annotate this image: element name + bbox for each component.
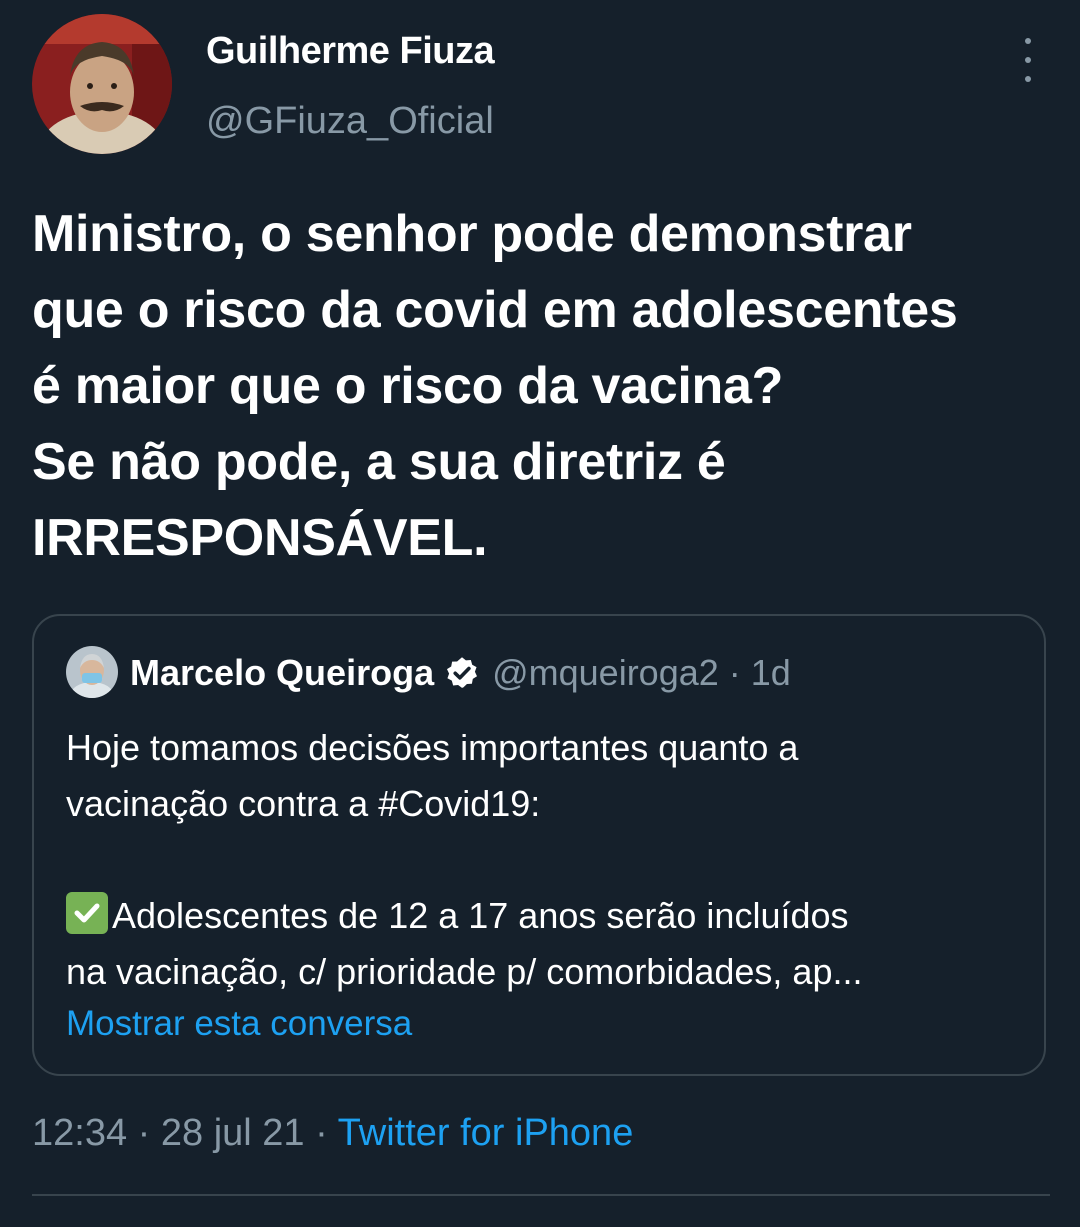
quoted-author-name[interactable]: Marcelo Queiroga (130, 652, 434, 694)
more-vertical-icon-dot (1025, 57, 1031, 63)
tweet-text-line: IRRESPONSÁVEL. (32, 509, 488, 567)
quoted-body-line-with-emoji: Adolescentes de 12 a 17 anos serão inclu… (66, 888, 1026, 944)
tweet-text-line: que o risco da covid em adolescentes (32, 281, 958, 339)
more-vertical-icon-dot (1025, 76, 1031, 82)
divider (32, 1194, 1050, 1196)
more-vertical-icon (1025, 38, 1031, 44)
tweet-time[interactable]: 12:34 (32, 1112, 127, 1154)
author-display-name[interactable]: Guilherme Fiuza (206, 30, 495, 73)
author-handle[interactable]: @GFiuza_Oficial (206, 100, 494, 143)
tweet-detail-page: Guilherme Fiuza @GFiuza_Oficial Ministro… (0, 0, 1080, 1227)
header-separator: · (728, 652, 741, 693)
quoted-author-handle[interactable]: @mqueiroga2 (492, 652, 719, 694)
meta-separator: · (304, 1112, 338, 1154)
tweet-text-line: Se não pode, a sua diretriz é (32, 433, 726, 491)
quoted-body-line: vacinação contra a #Covid19: (66, 783, 541, 824)
quoted-body-line (66, 832, 1026, 888)
quoted-author-avatar[interactable] (66, 646, 118, 698)
quoted-tweet-time[interactable]: 1d (751, 652, 791, 694)
quoted-tweet-body: Hoje tomamos decisões importantes quanto… (66, 720, 1026, 1000)
tweet-text-line: Ministro, o senhor pode demonstrar (32, 205, 912, 263)
author-avatar[interactable] (32, 14, 172, 154)
tweet-source-link[interactable]: Twitter for iPhone (338, 1112, 634, 1154)
meta-separator: · (127, 1112, 161, 1154)
verified-badge-icon (447, 657, 478, 688)
quoted-tweet-header: Marcelo Queiroga @mqueiroga2 · 1d (130, 648, 791, 698)
quoted-body-text: Adolescentes de 12 a 17 anos serão inclu… (112, 895, 849, 936)
tweet-metadata: 12:34 · 28 jul 21 · Twitter for iPhone (32, 1112, 633, 1155)
tweet-text-line: é maior que o risco da vacina? (32, 357, 784, 415)
quoted-body-line: na vacinação, c/ prioridade p/ comorbida… (66, 951, 863, 992)
tweet-date[interactable]: 28 jul 21 (161, 1112, 305, 1154)
check-mark-button-icon (66, 892, 108, 934)
show-thread-link[interactable]: Mostrar esta conversa (66, 1004, 412, 1044)
more-options-button[interactable] (1012, 38, 1044, 82)
quoted-body-line: Hoje tomamos decisões importantes quanto… (66, 727, 799, 768)
quoted-tweet-card[interactable]: Marcelo Queiroga @mqueiroga2 · 1d Hoje t… (32, 614, 1046, 1076)
tweet-text: Ministro, o senhor pode demonstrar que o… (32, 196, 1062, 576)
